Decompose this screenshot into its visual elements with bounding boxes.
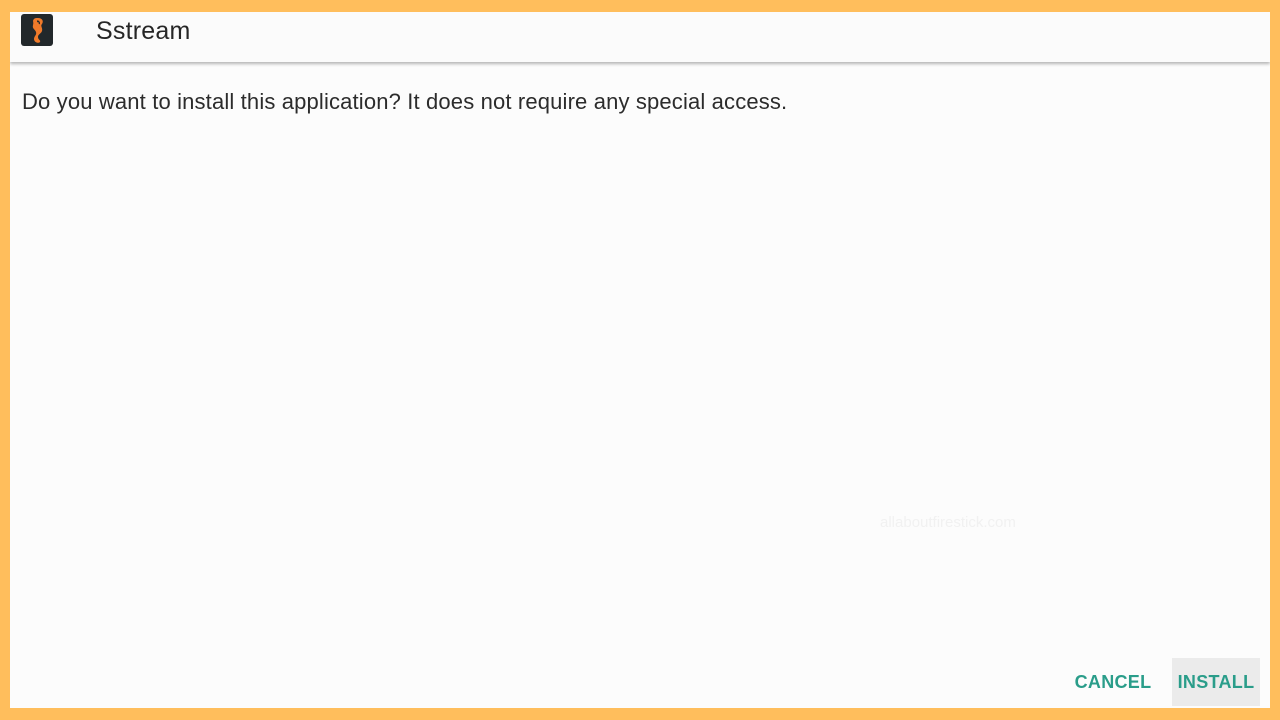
cancel-button[interactable]: CANCEL (1068, 658, 1158, 706)
watermark: allaboutfirestick.com (880, 514, 1016, 531)
app-header: Sstream (10, 12, 1270, 62)
app-title: Sstream (96, 17, 191, 45)
install-prompt-text: Do you want to install this application?… (22, 89, 788, 114)
install-button[interactable]: INSTALL (1172, 658, 1260, 706)
install-dialog: Sstream Do you want to install this appl… (10, 12, 1270, 708)
seahorse-logo-icon (21, 14, 53, 46)
